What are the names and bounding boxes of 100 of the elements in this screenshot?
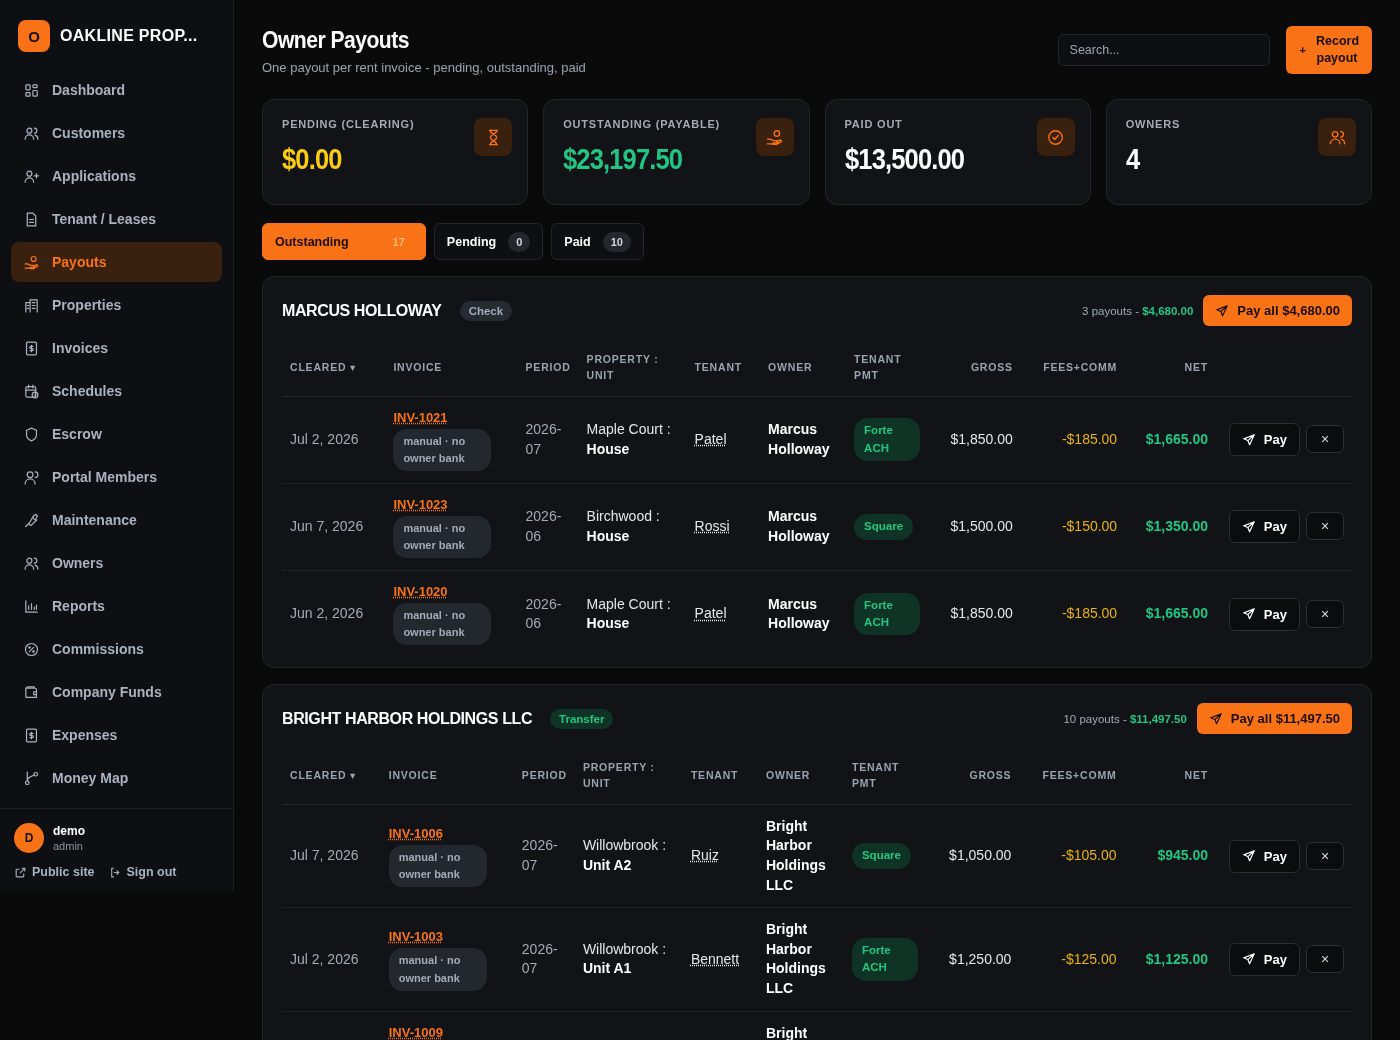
pay-button[interactable]: Pay	[1228, 942, 1300, 976]
stat-label: OWNERS	[1125, 118, 1181, 130]
payment-tag: Forte ACH	[854, 592, 921, 636]
column-header: PROPERTY : UNIT	[574, 752, 683, 805]
footer-link[interactable]: Sign out	[108, 865, 177, 879]
table-cell: Jul 7, 2026	[290, 847, 359, 864]
nav-icon	[23, 382, 40, 400]
table-cell: $1,665.00	[1145, 605, 1208, 622]
column-header: PERIOD	[513, 752, 575, 805]
nav-icon	[23, 296, 40, 314]
send-icon	[1241, 952, 1256, 967]
tenant-link[interactable]: Rossi	[694, 518, 730, 535]
filter-tab[interactable]: Paid 10	[551, 223, 644, 260]
sidebar-item[interactable]: Payouts	[11, 242, 222, 282]
table-cell: Bright Harbor Holdings LLC	[765, 921, 826, 996]
invoice-link[interactable]: INV-1020	[393, 583, 510, 602]
logo-icon: O	[18, 20, 50, 52]
stat-label: PAID OUT	[844, 118, 904, 130]
sidebar-item[interactable]: Properties	[11, 285, 222, 325]
sidebar-item[interactable]: Company Funds	[11, 672, 222, 712]
sidebar-item[interactable]: Applications	[11, 156, 222, 196]
nav-icon	[23, 81, 40, 99]
tenant-link[interactable]: Patel	[694, 430, 727, 447]
pay-button[interactable]: Pay	[1228, 510, 1300, 544]
column-header[interactable]: CLEARED ▾	[282, 752, 381, 805]
invoice-link[interactable]: INV-1006	[388, 824, 506, 844]
footer-link[interactable]: Public site	[14, 865, 95, 879]
table-cell: Marcus Holloway	[768, 595, 830, 632]
invoice-link[interactable]: INV-1023	[393, 495, 510, 514]
sidebar-item[interactable]: Portal Members	[11, 457, 222, 497]
send-icon	[1241, 607, 1256, 622]
payment-tag: Forte ACH	[851, 938, 918, 981]
column-header[interactable]: CLEARED ▾	[282, 344, 386, 396]
sidebar-item[interactable]: Schedules	[11, 371, 222, 411]
invoice-link[interactable]: INV-1009	[388, 1024, 506, 1040]
pay-button[interactable]: Pay	[1228, 597, 1300, 631]
user-role: admin	[53, 840, 84, 852]
filter-tab[interactable]: Pending 0	[433, 223, 544, 260]
sidebar-item[interactable]: Dashboard	[11, 70, 222, 110]
page-subtitle: One payout per rent invoice - pending, outstanding, paid	[262, 60, 586, 75]
page-title: Owner Payouts	[262, 26, 410, 54]
pay-button[interactable]: Pay	[1228, 839, 1300, 873]
dismiss-button[interactable]: ×	[1306, 512, 1344, 541]
stat-label: PENDING (CLEARING)	[282, 118, 415, 130]
column-header: PROPERTY : UNIT	[578, 344, 687, 396]
dismiss-button[interactable]: ×	[1306, 425, 1344, 454]
table-cell: $1,850.00	[950, 605, 1013, 622]
invoice-link[interactable]: INV-1021	[393, 408, 510, 427]
nav-icon	[23, 683, 40, 701]
user-avatar: D	[14, 823, 44, 853]
table-cell: $945.00	[1157, 847, 1208, 864]
tenant-link[interactable]: Bennett	[690, 950, 740, 967]
nav-icon	[23, 511, 40, 529]
table-cell: 2026-07	[521, 837, 558, 874]
column-header: NET	[1124, 752, 1216, 805]
sidebar-item[interactable]: Reports	[11, 586, 222, 626]
dismiss-button[interactable]: ×	[1306, 841, 1344, 870]
external-link-icon	[14, 865, 27, 879]
table-cell: $1,500.00	[950, 518, 1013, 535]
table-cell: Willowbrook : Unit A1	[582, 940, 667, 977]
nav-icon	[23, 597, 40, 615]
column-header: TENANT PMT	[846, 344, 931, 396]
sidebar-item[interactable]: Tenant / Leases	[11, 199, 222, 239]
table-cell: Bright	[765, 1024, 808, 1040]
table-cell: Bright Harbor Holdings LLC	[765, 817, 826, 893]
table-cell: $1,850.00	[950, 430, 1013, 447]
table-cell: -$185.00	[1061, 430, 1118, 447]
stat-label: OUTSTANDING (PAYABLE)	[563, 118, 720, 130]
sidebar-item[interactable]: Invoices	[11, 328, 222, 368]
pay-all-button[interactable]: Pay all $11,497.50	[1196, 703, 1352, 735]
payment-method-badge: Transfer	[550, 708, 614, 729]
sidebar-item[interactable]: Commissions	[11, 629, 222, 669]
search-field[interactable]: Search...	[1057, 34, 1270, 66]
stat-icon	[1036, 118, 1075, 156]
send-icon	[1208, 711, 1223, 726]
filter-tab[interactable]: Outstanding 17	[262, 223, 426, 260]
column-header: OWNER	[757, 752, 844, 805]
payout-summary: 3 payouts - $4,680.00	[1082, 304, 1194, 317]
sidebar-item[interactable]: Escrow	[11, 414, 222, 454]
sidebar-item[interactable]: Customers	[11, 113, 222, 153]
sidebar-item[interactable]: Maintenance	[11, 500, 222, 540]
table-cell: Jun 2, 2026	[290, 605, 364, 622]
column-header: GROSS	[930, 344, 1021, 396]
table-cell: Birchwood : House	[586, 508, 660, 544]
send-icon	[1241, 849, 1256, 864]
table-cell: -$105.00	[1061, 847, 1117, 864]
table-cell: Jul 2, 2026	[290, 430, 359, 447]
note-tag: manual · no owner bank	[388, 845, 487, 888]
column-header: FEES+COMM	[1020, 344, 1126, 396]
tenant-link[interactable]: Ruiz	[690, 847, 719, 864]
pay-button[interactable]: Pay	[1228, 423, 1300, 457]
sidebar-item[interactable]: Money Map	[11, 758, 222, 798]
tenant-link[interactable]: Patel	[694, 605, 727, 622]
sidebar-item[interactable]: Expenses	[11, 715, 222, 755]
pay-all-button[interactable]: Pay all $4,680.00	[1203, 295, 1352, 326]
invoice-link[interactable]: INV-1003	[388, 928, 506, 947]
sidebar-item[interactable]: Owners	[11, 543, 222, 583]
note-tag: manual · no owner bank	[393, 428, 492, 471]
dismiss-button[interactable]: ×	[1306, 944, 1344, 973]
dismiss-button[interactable]: ×	[1306, 599, 1344, 628]
